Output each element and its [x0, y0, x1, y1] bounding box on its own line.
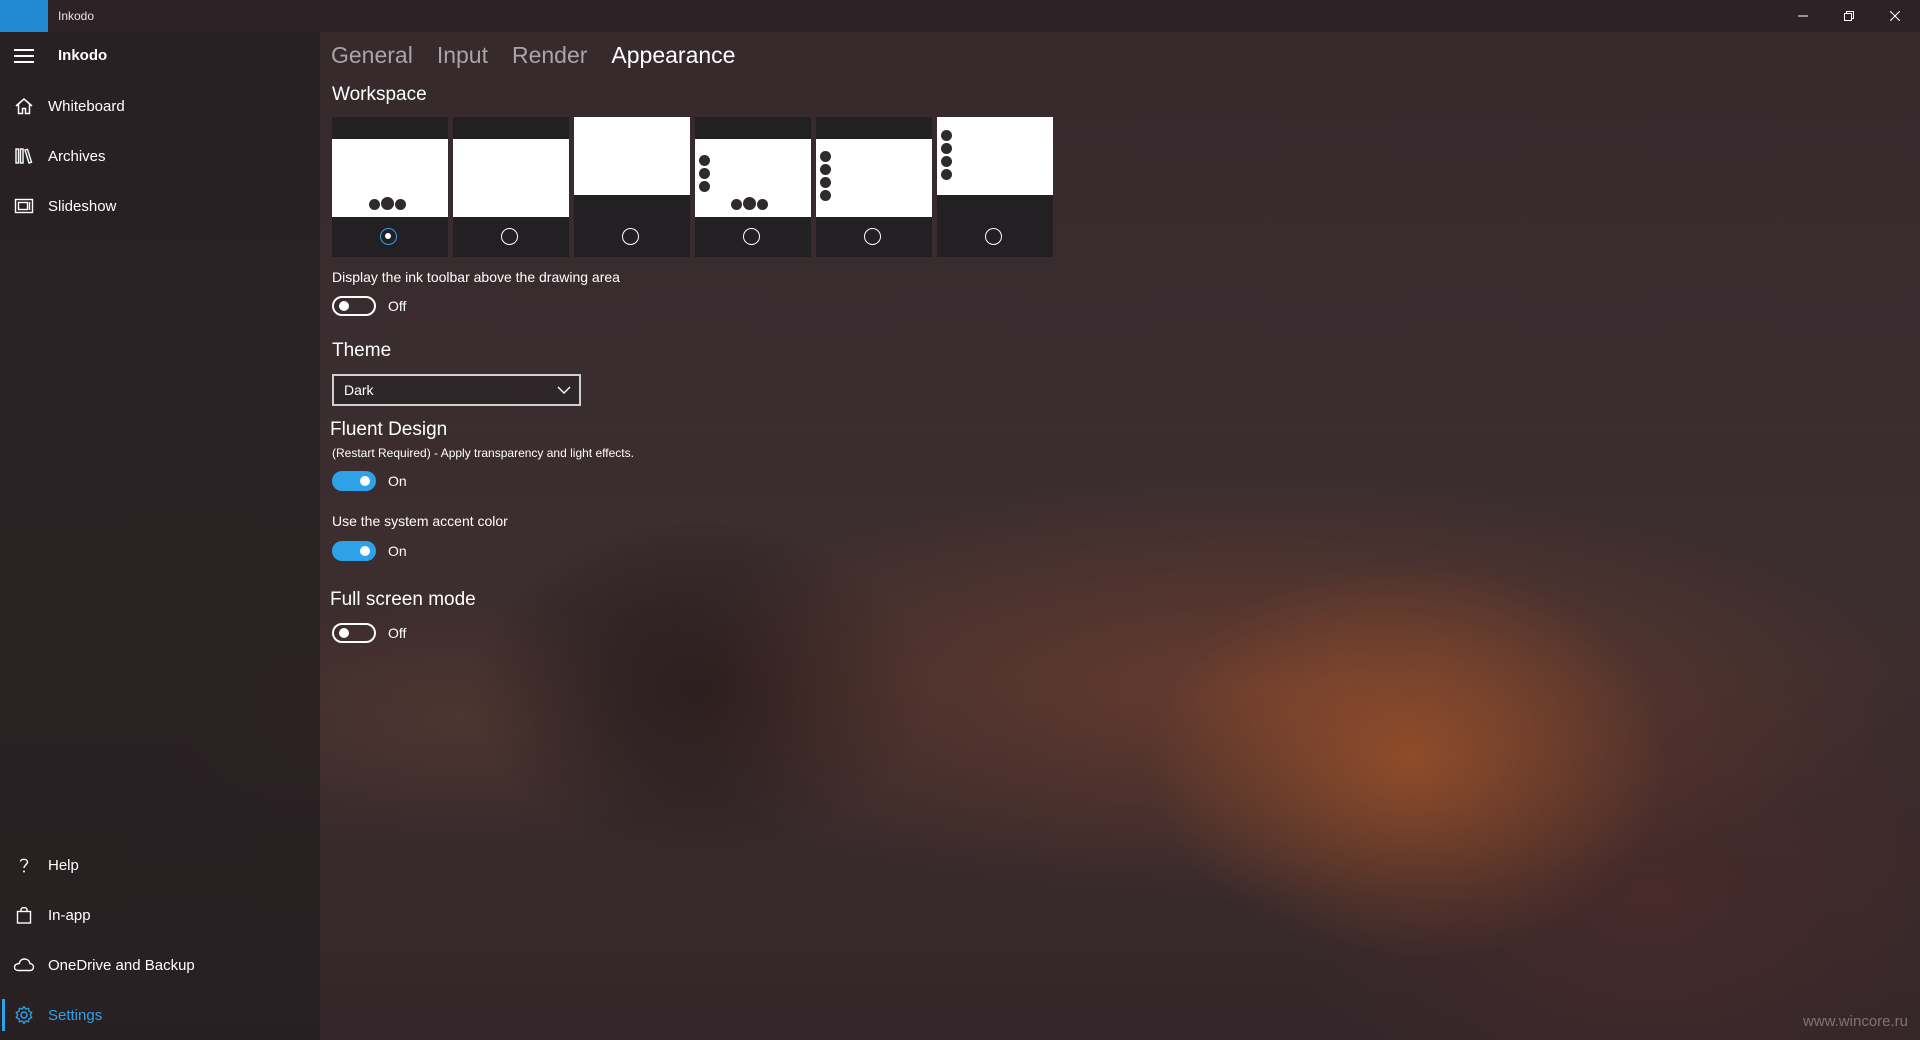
tab-appearance[interactable]: Appearance [611, 42, 735, 69]
navigation-header: Inkodo [0, 32, 320, 80]
home-icon [0, 82, 48, 130]
nav-label: In-app [48, 906, 91, 924]
app-icon [0, 0, 48, 32]
settings-tabs: General Input Render Appearance [331, 42, 759, 69]
accent-color-toggle[interactable] [332, 541, 376, 561]
slideshow-icon [0, 182, 48, 230]
shopping-bag-icon [0, 891, 48, 939]
full-screen-state: Off [388, 625, 407, 641]
nav-label: Archives [48, 147, 106, 165]
workspace-option-1[interactable] [332, 117, 448, 257]
nav-item-onedrive-backup[interactable]: OneDrive and Backup [0, 941, 320, 989]
help-icon [0, 841, 48, 889]
nav-label: OneDrive and Backup [48, 956, 195, 974]
fluent-design-state: On [388, 473, 407, 489]
close-icon [1890, 11, 1900, 21]
theme-selected-value: Dark [344, 382, 374, 398]
minimize-icon [1798, 15, 1808, 17]
nav-label: Slideshow [48, 197, 117, 215]
title-bar: Inkodo [0, 0, 1920, 32]
gear-icon [0, 991, 48, 1039]
fluent-design-description: (Restart Required) - Apply transparency … [332, 446, 634, 460]
workspace-radio[interactable] [743, 228, 760, 245]
tab-general[interactable]: General [331, 42, 413, 69]
ink-toolbar-label: Display the ink toolbar above the drawin… [332, 269, 620, 285]
ink-toolbar-toggle[interactable] [332, 296, 376, 316]
workspace-radio[interactable] [380, 228, 397, 245]
workspace-radio[interactable] [864, 228, 881, 245]
workspace-heading: Workspace [332, 84, 427, 105]
workspace-option-5[interactable] [816, 117, 932, 257]
cloud-icon [0, 941, 48, 989]
workspace-option-4[interactable] [695, 117, 811, 257]
fluent-design-toggle[interactable] [332, 471, 376, 491]
tab-input[interactable]: Input [437, 42, 488, 69]
nav-label: Help [48, 856, 79, 874]
workspace-option-3[interactable] [574, 117, 690, 257]
close-button[interactable] [1872, 0, 1918, 32]
nav-item-whiteboard[interactable]: Whiteboard [0, 82, 320, 130]
library-icon [0, 132, 48, 180]
nav-label: Whiteboard [48, 97, 125, 115]
restore-icon [1844, 11, 1854, 21]
settings-content: General Input Render Appearance Workspac… [320, 32, 1920, 1040]
theme-dropdown[interactable]: Dark [332, 374, 581, 406]
workspace-option-6[interactable] [937, 117, 1053, 257]
fluent-design-heading: Fluent Design [330, 419, 448, 440]
workspace-radio[interactable] [622, 228, 639, 245]
accent-color-state: On [388, 543, 407, 559]
nav-item-settings[interactable]: Settings [0, 991, 320, 1039]
workspace-option-2[interactable] [453, 117, 569, 257]
window-title: Inkodo [58, 9, 95, 23]
workspace-preview [332, 139, 448, 217]
accent-color-label: Use the system accent color [332, 513, 508, 529]
app-name: Inkodo [58, 47, 108, 64]
ink-toolbar-state: Off [388, 298, 407, 314]
navigation-pane: Inkodo Whiteboard Archives Slideshow Hel… [0, 32, 320, 1040]
restore-button[interactable] [1826, 0, 1872, 32]
watermark: www.wincore.ru [1802, 1013, 1908, 1030]
workspace-preview [816, 139, 932, 217]
workspace-preview [937, 117, 1053, 195]
workspace-radio[interactable] [985, 228, 1002, 245]
nav-item-slideshow[interactable]: Slideshow [0, 182, 320, 230]
minimize-button[interactable] [1780, 0, 1826, 32]
full-screen-toggle[interactable] [332, 623, 376, 643]
workspace-preview [574, 117, 690, 195]
nav-item-archives[interactable]: Archives [0, 132, 320, 180]
nav-item-in-app[interactable]: In-app [0, 891, 320, 939]
nav-item-help[interactable]: Help [0, 841, 320, 889]
chevron-down-icon [557, 386, 571, 394]
workspace-preview [453, 139, 569, 217]
tab-render[interactable]: Render [512, 42, 587, 69]
theme-heading: Theme [332, 340, 392, 361]
nav-label: Settings [48, 1006, 103, 1024]
full-screen-heading: Full screen mode [330, 589, 476, 610]
workspace-preview [695, 139, 811, 217]
workspace-radio[interactable] [501, 228, 518, 245]
hamburger-menu-icon[interactable] [14, 49, 34, 63]
